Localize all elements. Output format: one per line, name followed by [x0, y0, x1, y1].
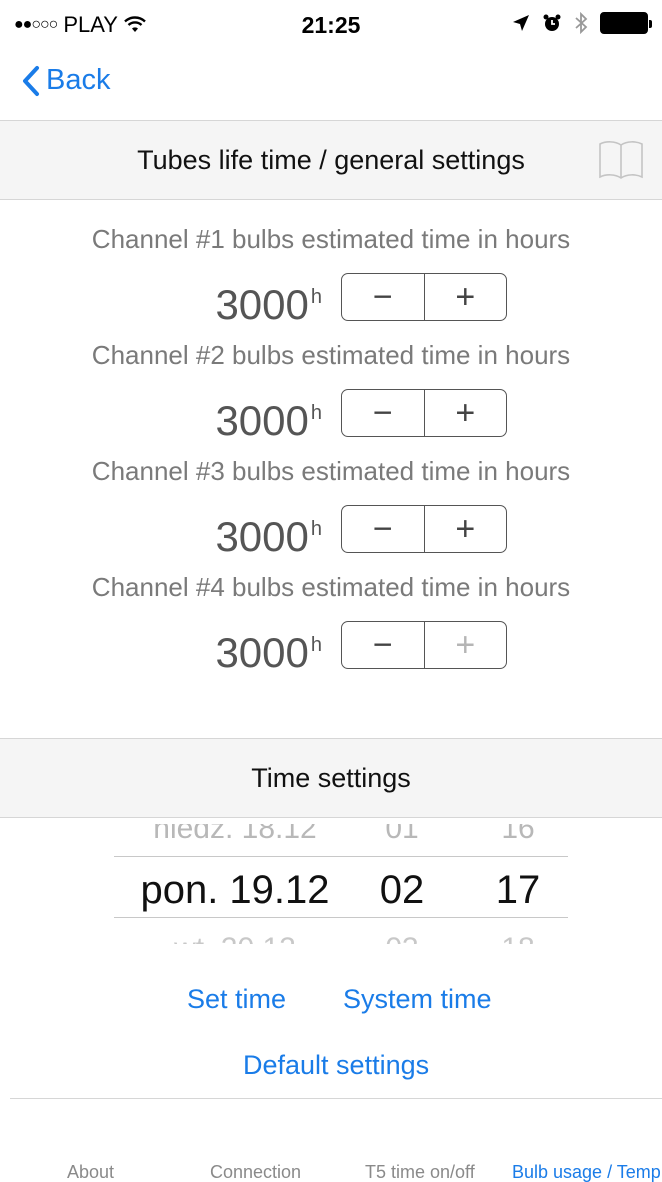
alarm-icon	[543, 14, 561, 31]
time-settings-header: Time settings	[0, 738, 662, 818]
hours-unit: h	[310, 634, 322, 656]
channel-3-label: Channel #3 bulbs estimated time in hours	[91, 456, 571, 486]
set-time-button[interactable]: Set time	[187, 984, 286, 1015]
back-label: Back	[46, 64, 111, 96]
tab-bulb-usage[interactable]: Bulb usage / Temp	[512, 1162, 661, 1182]
channel-1-stepper: − +	[341, 273, 507, 321]
channel-1-decrement-button[interactable]: −	[342, 274, 425, 320]
channel-4-decrement-button[interactable]: −	[342, 622, 425, 668]
channel-1-increment-button[interactable]: +	[425, 274, 507, 320]
picker-next-day: wt. 20.12	[130, 928, 340, 944]
picker-minute-column[interactable]: 17	[476, 868, 560, 913]
channel-4-label: Channel #4 bulbs estimated time in hours	[91, 572, 571, 602]
channel-2-value: 3000 h	[215, 388, 322, 446]
channel-3-increment-button[interactable]: +	[425, 506, 507, 552]
picker-prev-day: niedz. 18.12	[153, 824, 317, 845]
channel-1-value: 3000 h	[215, 272, 322, 330]
status-bar: ●●○○○ PLAY 21:25	[0, 0, 662, 52]
channel-4-hours: 3000	[215, 629, 309, 676]
hours-unit: h	[310, 402, 322, 424]
channel-2-increment-button[interactable]: +	[425, 390, 507, 436]
channel-2-label: Channel #2 bulbs estimated time in hours	[91, 340, 571, 370]
tab-about[interactable]: About	[67, 1162, 114, 1182]
divider	[10, 1098, 662, 1099]
battery-icon	[600, 12, 652, 34]
channel-4-value: 3000 h	[215, 620, 322, 678]
hours-unit: h	[310, 518, 322, 540]
channel-3-row: 3000 h − +	[0, 504, 662, 560]
book-icon[interactable]	[598, 139, 644, 181]
tubes-settings-header: Tubes life time / general settings	[0, 120, 662, 200]
picker-next-minute: 18	[476, 928, 560, 944]
channel-4-stepper: − +	[341, 621, 507, 669]
system-time-button[interactable]: System time	[343, 984, 492, 1015]
section-title: Time settings	[251, 762, 411, 793]
picker-prev-minute: 16	[501, 824, 535, 845]
picker-next-hour: 03	[362, 928, 442, 944]
picker-hour-column[interactable]: 02	[362, 868, 442, 913]
picker-previous-row: niedz. 18.12 01 16	[0, 824, 662, 846]
tab-t5-time[interactable]: T5 time on/off	[365, 1162, 475, 1182]
channel-1-label: Channel #1 bulbs estimated time in hours	[91, 224, 571, 254]
picker-next-row: wt. 20.12 03 18	[0, 928, 662, 944]
date-time-picker[interactable]: niedz. 18.12 01 16 pon. 19.12 02 17 wt. …	[0, 820, 662, 944]
channel-3-hours: 3000	[215, 513, 309, 560]
chevron-left-icon	[23, 65, 39, 96]
tab-connection[interactable]: Connection	[210, 1162, 301, 1182]
picker-selection-top-line	[114, 856, 568, 857]
section-title: Tubes life time / general settings	[137, 144, 525, 175]
channel-1-row: 3000 h − +	[0, 272, 662, 328]
channel-4-increment-button[interactable]: +	[425, 622, 507, 668]
location-arrow-icon	[513, 15, 529, 31]
default-settings-button[interactable]: Default settings	[243, 1050, 429, 1081]
channel-4-row: 3000 h − +	[0, 620, 662, 676]
channel-2-hours: 3000	[215, 397, 309, 444]
back-button[interactable]: Back	[22, 64, 110, 97]
channel-2-stepper: − +	[341, 389, 507, 437]
picker-prev-hour: 01	[385, 824, 419, 845]
channel-3-stepper: − +	[341, 505, 507, 553]
navigation-bar: Back	[0, 56, 662, 118]
hours-unit: h	[310, 286, 322, 308]
bluetooth-icon	[575, 12, 588, 34]
channel-1-hours: 3000	[215, 281, 309, 328]
picker-day-column[interactable]: pon. 19.12	[130, 868, 340, 913]
channel-2-row: 3000 h − +	[0, 388, 662, 444]
channel-2-decrement-button[interactable]: −	[342, 390, 425, 436]
channel-3-decrement-button[interactable]: −	[342, 506, 425, 552]
picker-selection-bottom-line	[114, 917, 568, 918]
status-icons	[512, 12, 652, 34]
channel-3-value: 3000 h	[215, 504, 322, 562]
